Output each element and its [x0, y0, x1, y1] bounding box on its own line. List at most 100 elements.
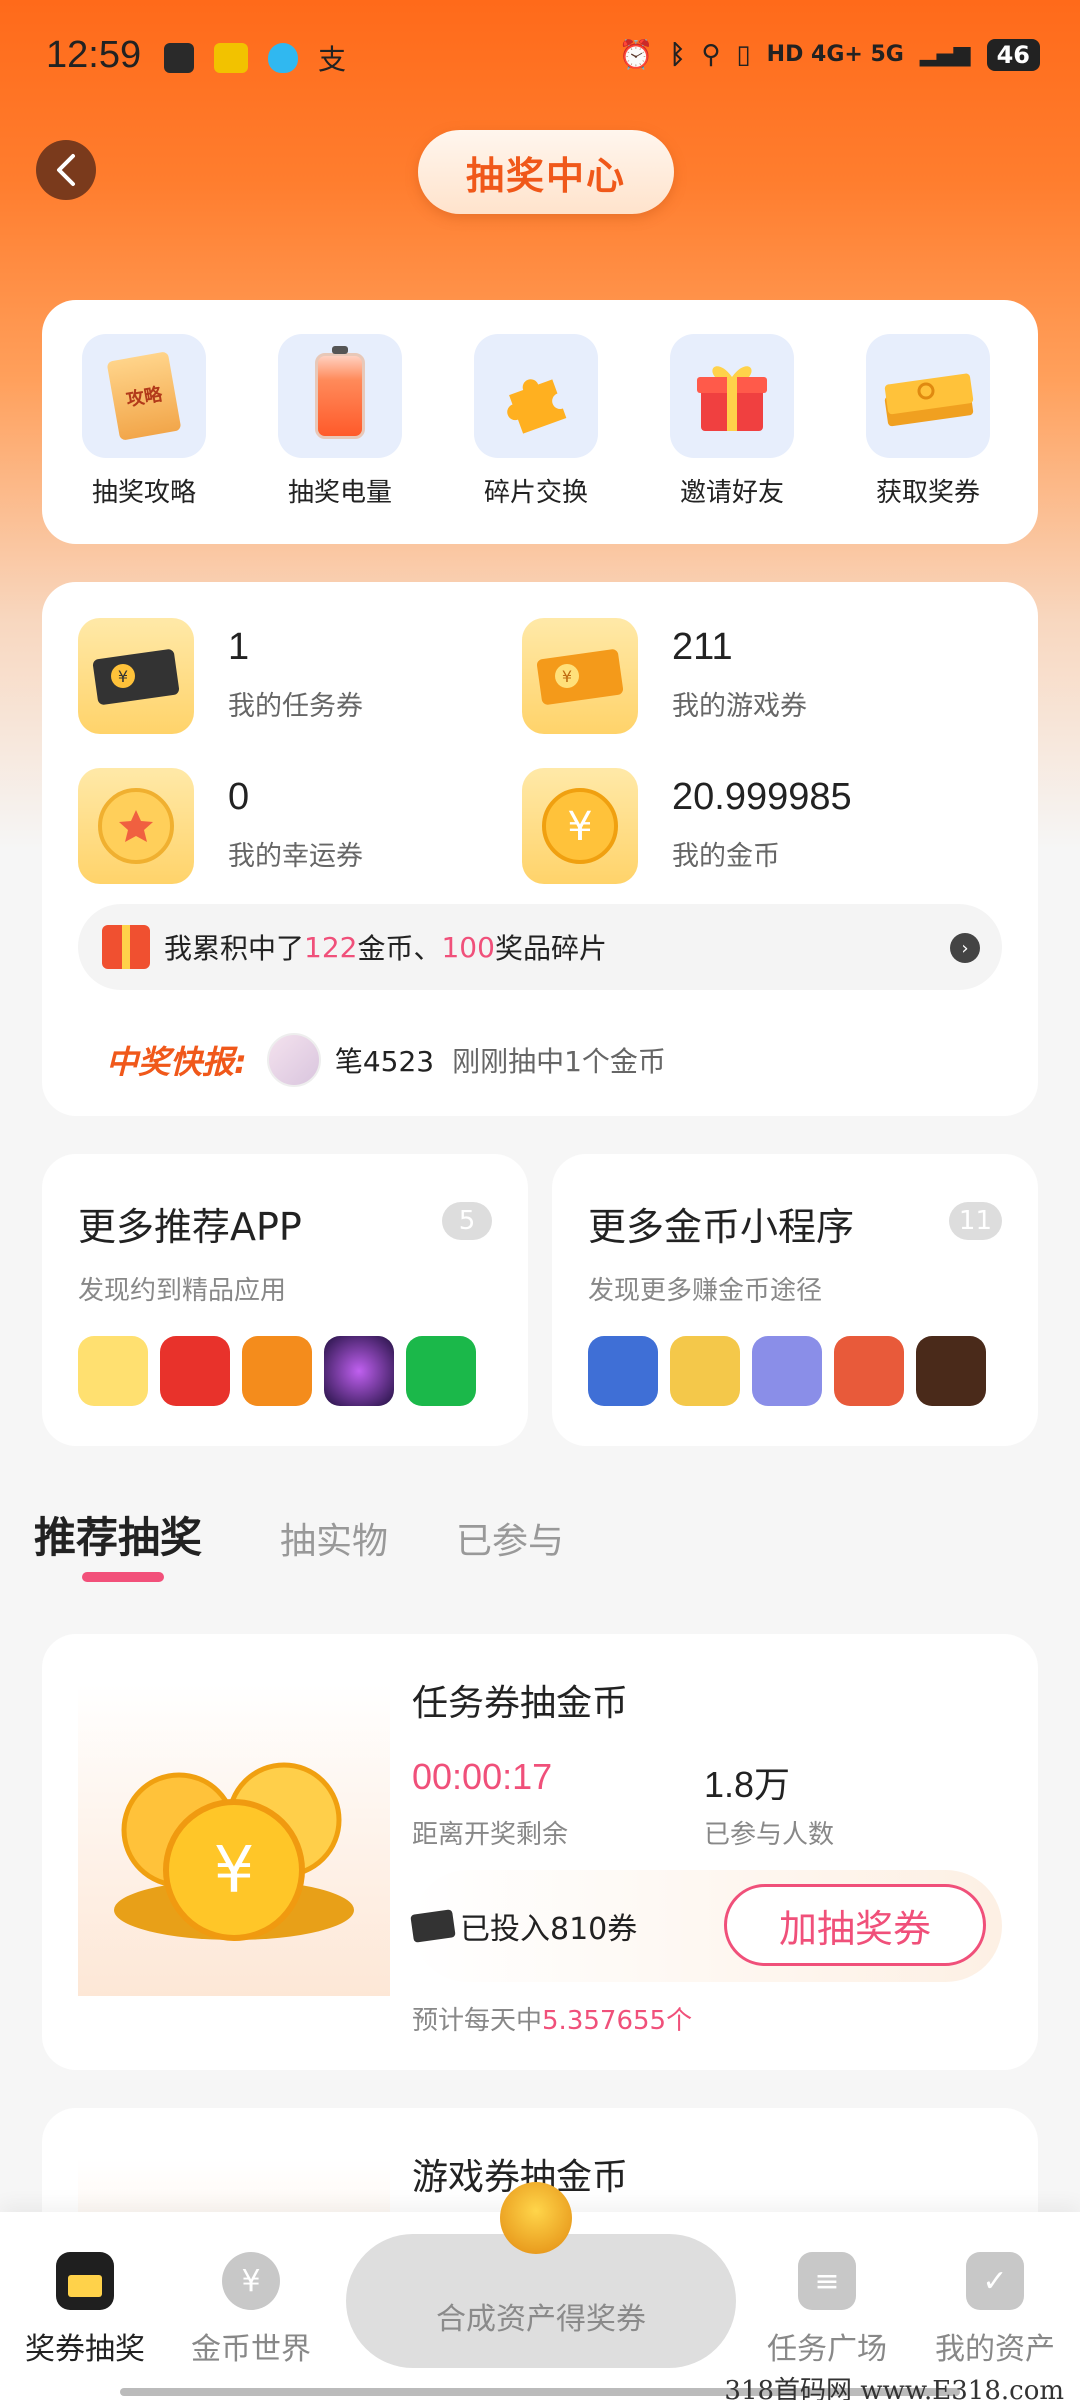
miniprogram-icon[interactable] — [752, 1336, 822, 1406]
status-time: 12:59 — [46, 34, 142, 76]
yuan-coin-icon: ¥ — [222, 2252, 280, 2310]
participants-count: 1.8万 — [704, 1764, 791, 1805]
app-notification-icon — [268, 43, 298, 73]
quick-action-label: 获取奖券 — [875, 478, 980, 508]
center-button-label: 合成资产得奖券 — [436, 2302, 646, 2337]
accumulated-coins-unit: 金币、 — [357, 932, 442, 965]
svg-text:¥: ¥ — [562, 667, 572, 686]
battery-icon — [278, 334, 402, 458]
winning-news-ticker: 中奖快报: 笔4523 刚刚抽中1个金币 — [106, 1028, 666, 1092]
more-apps-title: 更多推荐APP — [78, 1205, 302, 1249]
clipboard-icon: ≡ — [798, 2252, 856, 2310]
location-icon: ⚲ — [701, 39, 721, 70]
app-icon[interactable] — [160, 1336, 230, 1406]
quick-action-guide[interactable]: 攻略 抽奖攻略 — [64, 334, 224, 509]
chevron-right-icon[interactable]: › — [950, 933, 980, 963]
asset-task-tickets[interactable]: ¥ 1 我的任务券 — [42, 618, 462, 738]
active-tab-indicator — [82, 1572, 164, 1582]
vibrate-icon: ▯ — [736, 39, 751, 70]
quick-action-invite[interactable]: 邀请好友 — [652, 334, 812, 509]
accumulated-fragments-unit: 奖品碎片 — [494, 932, 607, 965]
countdown-timer: 00:00:17 — [412, 1756, 553, 1797]
gift-box-icon — [56, 2252, 114, 2310]
lottery-card[interactable]: ¥ 任务券抽金币 00:00:17 距离开奖剩余 1.8万 已参与人数 已投入8… — [42, 1634, 1038, 2070]
app-icon-list — [78, 1336, 476, 1406]
quick-action-label: 抽奖攻略 — [91, 478, 196, 508]
app-icon[interactable] — [406, 1336, 476, 1406]
miniprogram-icon[interactable] — [670, 1336, 740, 1406]
gold-coins-image: ¥ — [78, 1684, 390, 1996]
nav-lottery[interactable]: 奖券抽奖 — [0, 2252, 170, 2368]
gift-icon — [102, 925, 150, 969]
game-ticket-icon: ¥ — [522, 618, 638, 734]
more-miniprograms-card[interactable]: 更多金币小程序 11 发现更多赚金币途径 — [552, 1154, 1038, 1446]
miniprogram-icon[interactable] — [834, 1336, 904, 1406]
alipay-icon: 支 — [318, 43, 347, 76]
svg-text:¥: ¥ — [567, 804, 592, 850]
nav-label: 我的资产 — [935, 2332, 1055, 2367]
asset-gold-coins[interactable]: ¥ 20.999985 我的金币 — [486, 768, 906, 888]
app-icon[interactable] — [78, 1336, 148, 1406]
news-label: 中奖快报: — [106, 1043, 247, 1081]
app-icon[interactable] — [242, 1336, 312, 1406]
signal-icon: ▂▄▆ — [919, 42, 971, 67]
nav-task-square[interactable]: ≡ 任务广场 — [742, 2252, 912, 2368]
network-indicator: HD 4G+ 5G — [766, 42, 904, 67]
estimate-value: 5.357655个 — [542, 2006, 693, 2036]
accumulated-fragments: 100 — [441, 930, 495, 964]
asset-label: 我的游戏券 — [672, 691, 807, 722]
task-ticket-icon: ¥ — [78, 618, 194, 734]
accumulated-prefix: 我累积中了 — [164, 932, 305, 965]
invested-text: 已投入810券 — [460, 1912, 638, 1947]
synthesize-assets-button[interactable]: 合成资产得奖券 — [346, 2234, 736, 2368]
quick-action-battery[interactable]: 抽奖电量 — [260, 334, 420, 509]
puzzle-piece-icon — [474, 334, 598, 458]
my-assets-card: ¥ 1 我的任务券 ¥ 211 我的游戏券 0 我的幸运券 ¥ 20.99998… — [42, 582, 1038, 1116]
more-apps-subtitle: 发现约到精品应用 — [78, 1276, 287, 1306]
alarm-icon: ⏰ — [618, 38, 654, 71]
tickets-icon — [866, 334, 990, 458]
quick-action-get-tickets[interactable]: 获取奖券 — [848, 334, 1008, 509]
nav-my-assets[interactable]: ✓ 我的资产 — [910, 2252, 1080, 2368]
tab-recommended[interactable]: 推荐抽奖 — [34, 1504, 202, 1565]
tab-physical-prizes[interactable]: 抽实物 — [280, 1512, 388, 1564]
more-miniprograms-subtitle: 发现更多赚金币途径 — [588, 1276, 823, 1306]
miniprogram-icon[interactable] — [588, 1336, 658, 1406]
news-user: 笔4523 — [334, 1045, 435, 1078]
chevron-left-icon — [57, 154, 75, 186]
add-tickets-button[interactable]: 加抽奖券 — [724, 1884, 986, 1966]
accumulated-winnings-banner[interactable]: 我累积中了 122 金币、 100 奖品碎片 › — [78, 904, 1002, 990]
miniprogram-icon[interactable] — [916, 1336, 986, 1406]
gift-box-icon — [670, 334, 794, 458]
lucky-coin-icon — [78, 768, 194, 884]
quick-action-fragment-exchange[interactable]: 碎片交换 — [456, 334, 616, 509]
nav-label: 任务广场 — [767, 2332, 887, 2367]
more-apps-card[interactable]: 更多推荐APP 5 发现约到精品应用 — [42, 1154, 528, 1446]
wallet-icon: ✓ — [966, 2252, 1024, 2310]
asset-label: 我的幸运券 — [228, 841, 363, 872]
lottery-tabs: 推荐抽奖 抽实物 已参与 — [0, 1500, 1080, 1610]
nav-label: 金币世界 — [191, 2332, 311, 2367]
svg-text:¥: ¥ — [214, 1834, 255, 1908]
news-text: 刚刚抽中1个金币 — [452, 1045, 666, 1078]
more-miniprograms-title: 更多金币小程序 — [588, 1205, 855, 1249]
status-indicators: ⏰ ᛒ ⚲ ▯ HD 4G+ 5G ▂▄▆ 46 — [619, 38, 1040, 71]
tab-participated[interactable]: 已参与 — [456, 1512, 564, 1564]
more-apps-count-badge: 5 — [442, 1202, 492, 1240]
app-icon[interactable] — [324, 1336, 394, 1406]
app-notification-icon — [214, 43, 248, 73]
notification-icons: 支 — [164, 38, 346, 78]
page-title: 抽奖中心 — [418, 130, 674, 214]
more-miniprograms-count-badge: 11 — [948, 1202, 1002, 1240]
asset-label: 我的任务券 — [228, 691, 363, 722]
back-button[interactable] — [36, 140, 96, 200]
asset-game-tickets[interactable]: ¥ 211 我的游戏券 — [486, 618, 906, 738]
quick-action-label: 抽奖电量 — [287, 478, 392, 508]
asset-value: 211 — [672, 626, 733, 668]
asset-lucky-tickets[interactable]: 0 我的幸运券 — [42, 768, 462, 888]
watermark-text: 318首码网 www.E318.com — [724, 2376, 1064, 2400]
participants-label: 已参与人数 — [704, 1820, 835, 1850]
nav-coin-world[interactable]: ¥ 金币世界 — [166, 2252, 336, 2368]
invested-tickets: 已投入810券 — [410, 1904, 638, 1948]
asset-label: 我的金币 — [672, 841, 780, 872]
